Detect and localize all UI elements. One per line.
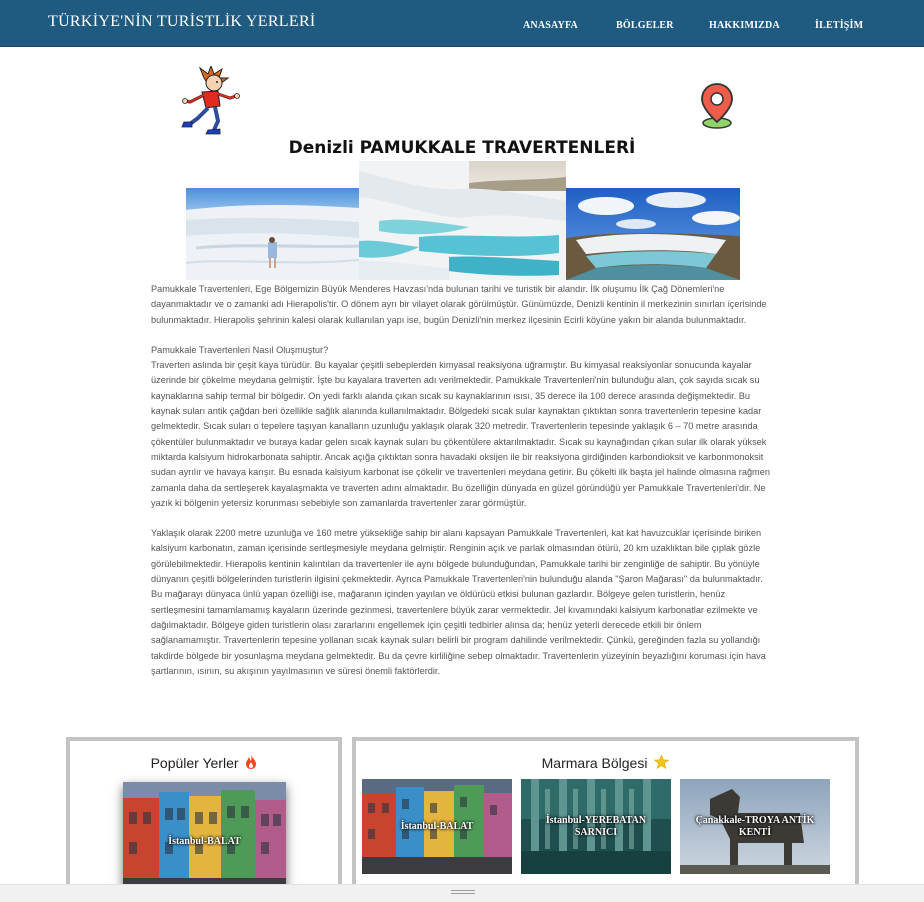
- pamukkale-terraces-under-sky-image: [566, 188, 740, 280]
- bottom-resize-bar: [0, 884, 924, 902]
- top-navbar: TÜRKİYE'NİN TURİSTLİK YERLERİ ANASAYFA B…: [0, 0, 924, 47]
- running-boy-illustration: [181, 66, 240, 135]
- article-subheading: Pamukkale Travertenleri Nasıl Oluşmuştur…: [151, 344, 329, 355]
- pamukkale-turquoise-pools-image: [359, 161, 566, 280]
- site-brand[interactable]: TÜRKİYE'NİN TURİSTLİK YERLERİ: [48, 13, 316, 31]
- star-icon: [654, 754, 670, 770]
- tile-caption: İstanbul-YEREBATAN SARNICI: [545, 814, 647, 838]
- nav-link-regions[interactable]: BÖLGELER: [616, 20, 674, 31]
- article-paragraph: Traverten aslında bir çeşit kaya türüdür…: [151, 360, 770, 508]
- fire-icon: [246, 755, 257, 769]
- article-body: Pamukkale Travertenleri, Ege Bölgemizin …: [151, 282, 771, 679]
- popular-places-title: Popüler Yerler: [70, 755, 338, 771]
- article-paragraph: Pamukkale Travertenleri, Ege Bölgemizin …: [151, 284, 767, 325]
- tile-caption: İstanbul-BALAT: [400, 820, 474, 832]
- nav-link-home[interactable]: ANASAYFA: [523, 20, 578, 31]
- article-title: Denizli PAMUKKALE TRAVERTENLERİ: [288, 138, 636, 158]
- pamukkale-woman-on-travertines-image: [186, 188, 359, 280]
- resize-handle-icon[interactable]: [451, 890, 475, 897]
- marmara-region-title: Marmara Bölgesi: [356, 754, 855, 771]
- tile-caption: Çanakkale-TROYA ANTİK KENTİ: [695, 814, 815, 838]
- nav-link-about[interactable]: HAKKIMIZDA: [709, 20, 780, 31]
- article-paragraph: Yaklaşık olarak 2200 metre uzunluğa ve 1…: [151, 528, 766, 676]
- marmara-region-card: Marmara Bölgesi İstanbul-BALAT İstanbul-…: [352, 737, 859, 901]
- popular-places-card: Popüler Yerler İstanbul-BALAT: [66, 737, 342, 901]
- marmara-tile-troya[interactable]: Çanakkale-TROYA ANTİK KENTİ: [680, 779, 830, 874]
- marmara-tile-balat[interactable]: İstanbul-BALAT: [362, 779, 512, 874]
- marmara-tile-yerebatan[interactable]: İstanbul-YEREBATAN SARNICI: [521, 779, 671, 874]
- map-pin-icon: [701, 83, 733, 129]
- nav-link-contact[interactable]: İLETİŞİM: [815, 20, 863, 31]
